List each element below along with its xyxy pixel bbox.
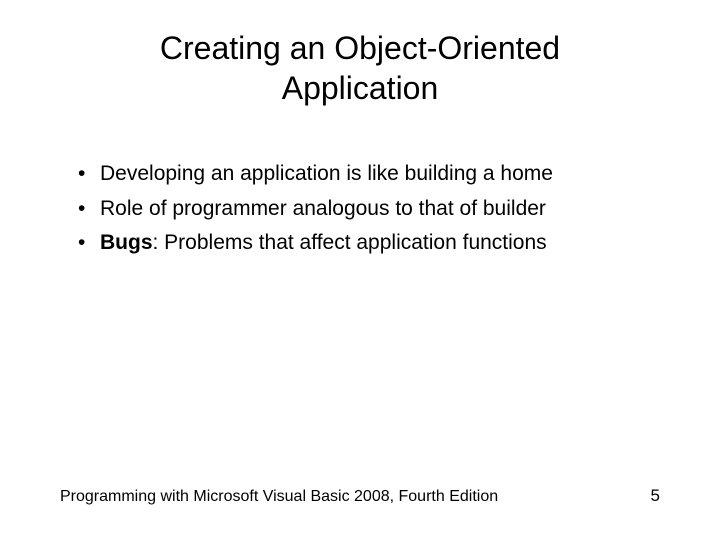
footer-text: Programming with Microsoft Visual Basic … [60, 488, 498, 506]
page-number: 5 [651, 486, 660, 506]
bullet-list: Developing an application is like buildi… [50, 158, 670, 259]
bullet-bold: Bugs [100, 231, 153, 254]
list-item: Developing an application is like buildi… [78, 158, 670, 190]
bullet-text: Role of programmer analogous to that of … [100, 197, 546, 220]
bullet-text: : Problems that affect application funct… [153, 231, 547, 254]
slide-title: Creating an Object-Oriented Application [80, 28, 640, 108]
slide: Creating an Object-Oriented Application … [0, 0, 720, 540]
list-item: Role of programmer analogous to that of … [78, 193, 670, 225]
bullet-text: Developing an application is like buildi… [100, 162, 553, 185]
footer: Programming with Microsoft Visual Basic … [60, 486, 660, 506]
list-item: Bugs: Problems that affect application f… [78, 227, 670, 259]
